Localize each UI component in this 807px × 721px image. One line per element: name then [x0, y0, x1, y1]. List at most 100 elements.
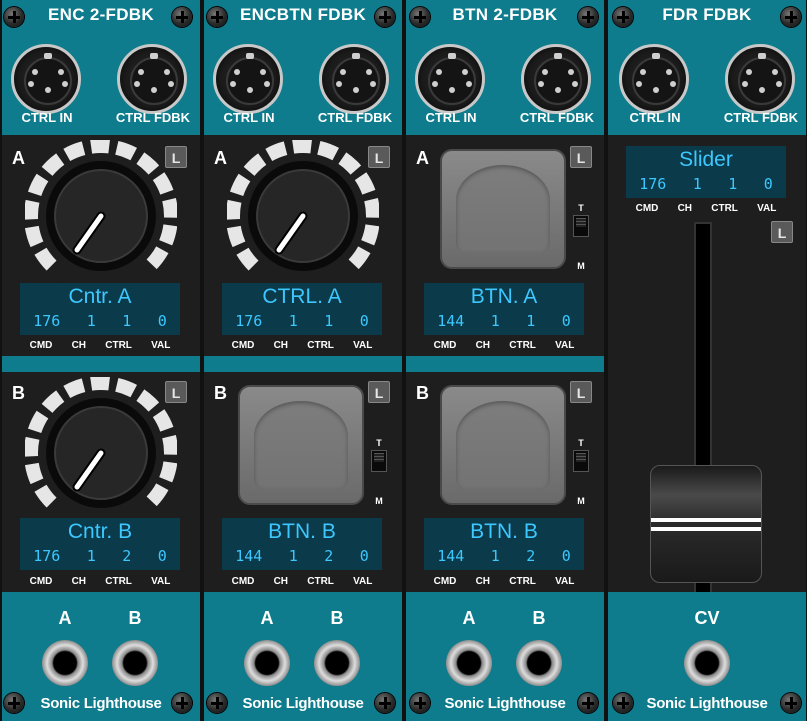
display-name: Cntr. A: [68, 285, 132, 308]
learn-button[interactable]: L: [570, 146, 592, 168]
ch-caption: CH: [71, 576, 87, 587]
cmd-caption: CMD: [433, 576, 457, 587]
midi-din-port-icon[interactable]: [619, 44, 689, 114]
module-title: ENCBTN FDBK: [239, 5, 367, 24]
module-enc-2-fdbk: ENC 2-FDBK CTRL IN CTRL FDBK A L Cntr. A…: [2, 0, 200, 721]
section-b-label: B: [416, 383, 429, 403]
audio-jack-icon[interactable]: [314, 640, 360, 686]
ch-caption: CH: [273, 576, 289, 587]
learn-button[interactable]: L: [368, 381, 390, 403]
ctrl-caption: CTRL: [711, 203, 738, 214]
ctrl-in-label: CTRL IN: [21, 110, 73, 125]
midi-display: BTN. B 144 1 2 0: [424, 518, 584, 570]
push-button-pad[interactable]: [440, 149, 566, 269]
audio-jack-icon[interactable]: [446, 640, 492, 686]
encoder-knob[interactable]: [25, 140, 177, 292]
cmd-value: 176: [33, 312, 61, 330]
midi-din-port-icon[interactable]: [319, 44, 389, 114]
module-btn-2-fdbk: BTN 2-FDBK CTRL IN CTRL FDBK A L T M BTN…: [406, 0, 604, 721]
display-captions: CMD CH CTRL VAL: [222, 576, 382, 587]
push-button-pad[interactable]: [440, 385, 566, 505]
ctrl-in-label: CTRL IN: [223, 110, 275, 125]
ch-caption: CH: [677, 203, 693, 214]
val-caption: VAL: [353, 576, 373, 587]
module-title: FDR FDBK: [662, 5, 752, 24]
val-value: 0: [763, 175, 773, 193]
section-a-label: A: [12, 148, 25, 168]
audio-jack-icon[interactable]: [244, 640, 290, 686]
midi-din-port-icon[interactable]: [213, 44, 283, 114]
display-name: BTN. B: [268, 520, 336, 543]
learn-button[interactable]: L: [771, 221, 793, 243]
val-caption: VAL: [555, 576, 575, 587]
encoder-knob[interactable]: [25, 377, 177, 529]
midi-display: BTN. A 144 1 1 0: [424, 283, 584, 335]
ctrl-caption: CTRL: [307, 340, 334, 351]
toggle-momentary-switch[interactable]: T M: [572, 438, 590, 506]
midi-display: Slider 176 1 1 0: [626, 146, 786, 198]
switch-m-label: M: [375, 496, 383, 506]
section-divider: [204, 356, 402, 372]
midi-din-port-icon[interactable]: [415, 44, 485, 114]
section-b-label: B: [12, 383, 25, 403]
section-divider: [406, 356, 604, 372]
midi-din-port-icon[interactable]: [725, 44, 795, 114]
cmd-value: 144: [437, 547, 465, 565]
audio-jack-icon[interactable]: [112, 640, 158, 686]
module-title: ENC 2-FDBK: [48, 5, 154, 24]
toggle-momentary-switch[interactable]: T M: [572, 203, 590, 271]
push-button-pad[interactable]: [238, 385, 364, 505]
cmd-value: 144: [437, 312, 465, 330]
midi-display: Cntr. B 176 1 2 0: [20, 518, 180, 570]
section-b-label: B: [214, 383, 227, 403]
ch-caption: CH: [475, 576, 491, 587]
midi-din-port-icon[interactable]: [117, 44, 187, 114]
brand-logo: Sonic Lighthouse: [444, 695, 566, 712]
ctrl-value: 2: [526, 547, 536, 565]
fader-handle[interactable]: [650, 465, 762, 583]
midi-din-port-icon[interactable]: [521, 44, 591, 114]
cmd-caption: CMD: [29, 576, 53, 587]
val-caption: VAL: [151, 340, 171, 351]
midi-display: CTRL. A 176 1 1 0: [222, 283, 382, 335]
display-captions: CMD CH CTRL VAL: [20, 576, 180, 587]
ctrl-value: 1: [324, 312, 334, 330]
jack-b-label: B: [128, 608, 142, 628]
ch-value: 1: [288, 312, 298, 330]
switch-m-label: M: [577, 261, 585, 271]
ctrl-value: 2: [324, 547, 334, 565]
section-a-label: A: [214, 148, 227, 168]
audio-jack-icon[interactable]: [684, 640, 730, 686]
ch-value: 1: [490, 547, 500, 565]
cmd-caption: CMD: [635, 203, 659, 214]
switch-t-label: T: [376, 438, 382, 448]
midi-din-port-icon[interactable]: [11, 44, 81, 114]
midi-display: Cntr. A 176 1 1 0: [20, 283, 180, 335]
display-captions: CMD CH CTRL VAL: [222, 340, 382, 351]
encoder-knob[interactable]: [227, 140, 379, 292]
cmd-value: 144: [235, 547, 263, 565]
module-fdr-fdbk: FDR FDBK CTRL IN CTRL FDBK Slider 176 1 …: [608, 0, 806, 721]
section-divider: [2, 356, 200, 372]
ctrl-caption: CTRL: [509, 576, 536, 587]
switch-t-label: T: [578, 203, 584, 213]
ctrl-fdbk-label: CTRL FDBK: [519, 110, 595, 125]
jack-a-label: A: [260, 608, 274, 628]
ctrl-value: 1: [728, 175, 738, 193]
ctrl-caption: CTRL: [307, 576, 334, 587]
ch-value: 1: [86, 547, 96, 565]
val-caption: VAL: [555, 340, 575, 351]
audio-jack-icon[interactable]: [516, 640, 562, 686]
learn-button[interactable]: L: [570, 381, 592, 403]
ctrl-value: 2: [122, 547, 132, 565]
display-captions: CMD CH CTRL VAL: [20, 340, 180, 351]
ctrl-in-label: CTRL IN: [425, 110, 477, 125]
toggle-momentary-switch[interactable]: T M: [370, 438, 388, 506]
cmd-value: 176: [235, 312, 263, 330]
ctrl-caption: CTRL: [105, 340, 132, 351]
ctrl-fdbk-label: CTRL FDBK: [723, 110, 799, 125]
val-value: 0: [359, 547, 369, 565]
ch-value: 1: [86, 312, 96, 330]
audio-jack-icon[interactable]: [42, 640, 88, 686]
ctrl-fdbk-label: CTRL FDBK: [115, 110, 191, 125]
